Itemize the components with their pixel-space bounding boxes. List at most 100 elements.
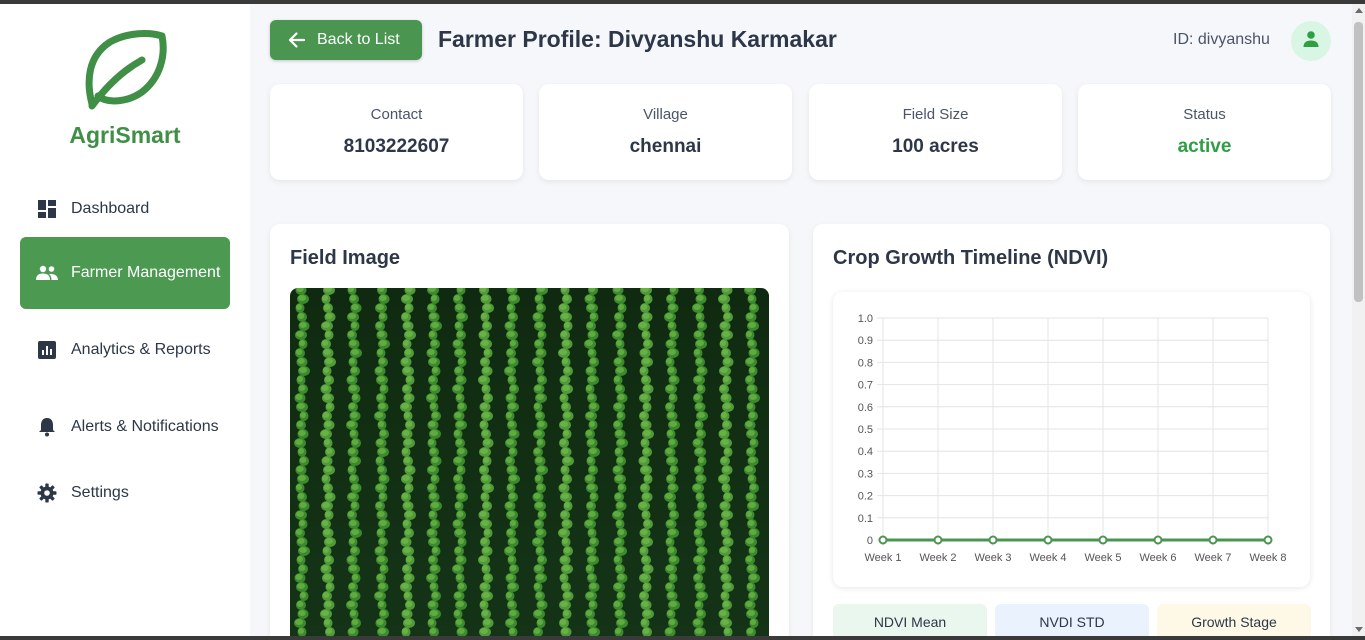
- x-tick-label: Week 3: [974, 552, 1011, 564]
- crop-row: [504, 288, 520, 636]
- y-tick-label: 0.9: [858, 335, 873, 347]
- y-tick-label: 1.0: [858, 313, 873, 325]
- crop-rows-image: [294, 288, 760, 636]
- data-point: [933, 535, 943, 545]
- crop-row: [664, 288, 680, 636]
- status-badge: active: [1177, 136, 1232, 157]
- leaf-logo-icon: [80, 26, 170, 116]
- timeline-panel: Crop Growth Timeline (NDVI) 1.0 0.9 0.8 0.7…: [813, 224, 1330, 636]
- stat-card-village: Village chennai: [539, 84, 792, 180]
- crop-row: [346, 288, 362, 636]
- sidebar-item-farmer-management[interactable]: Farmer Management: [20, 237, 230, 309]
- bell-icon: [36, 416, 58, 438]
- panel-title: Field Image: [290, 247, 401, 269]
- data-point: [1208, 535, 1218, 545]
- sidebar-item-dashboard[interactable]: Dashboard: [20, 194, 230, 224]
- stat-label: Contact: [370, 106, 423, 123]
- field-image: [290, 288, 769, 636]
- sidebar-item-settings[interactable]: Settings: [20, 478, 230, 508]
- sidebar-item-alerts[interactable]: Alerts & Notifications: [20, 391, 230, 463]
- stat-value: 100 acres: [892, 136, 979, 157]
- crop-row: [400, 288, 416, 636]
- crop-row: [426, 288, 442, 636]
- user-icon: [1302, 30, 1320, 53]
- sidebar-item-analytics[interactable]: Analytics & Reports: [20, 314, 230, 386]
- arrow-left-icon: [287, 30, 307, 50]
- metric-label: NDVI Mean: [873, 614, 947, 630]
- metric-growth-stage: Growth Stage: [1157, 604, 1311, 636]
- crop-row: [374, 288, 390, 636]
- sidebar-item-label: Settings: [71, 484, 129, 501]
- y-tick-label: 0.1: [858, 513, 873, 525]
- stat-value: 8103222607: [343, 136, 450, 157]
- sidebar-item-label: Analytics & Reports: [71, 341, 211, 358]
- scrollbar[interactable]: [1352, 4, 1365, 636]
- stat-card-status: Status active: [1078, 84, 1331, 180]
- crop-row: [558, 288, 574, 636]
- metric-ndvi-std: NVDI STD: [995, 604, 1149, 636]
- stat-card-contact: Contact 8103222607: [270, 84, 523, 180]
- crop-row: [532, 288, 548, 636]
- user-id: ID: divyanshu: [1173, 31, 1270, 48]
- crop-row: [744, 288, 760, 636]
- dashboard-icon: [36, 198, 58, 220]
- stat-card-field-size: Field Size 100 acres: [809, 84, 1062, 180]
- stat-label: Field Size: [902, 106, 969, 123]
- app-frame: AgriSmart Dashboard Farmer Management An…: [0, 4, 1352, 636]
- metric-label: Growth Stage: [1191, 614, 1277, 630]
- y-tick-label: 0.8: [858, 357, 873, 369]
- ndvi-chart-svg: 1.0 0.9 0.8 0.7 0.6 0.5 0.4 0.3 0.2 0.1 0 Week 1 Wee…: [858, 313, 1287, 564]
- y-tick-label: 0.6: [858, 402, 873, 414]
- crop-row: [584, 288, 600, 636]
- brand-name: AgriSmart: [69, 122, 181, 148]
- x-tick-label: Week 4: [1029, 552, 1066, 564]
- metric-label: NVDI STD: [1039, 614, 1105, 630]
- x-tick-label: Week 6: [1139, 552, 1176, 564]
- x-tick-label: Week 1: [864, 552, 901, 564]
- crop-row: [638, 288, 654, 636]
- crop-row: [612, 288, 628, 636]
- page-title: Farmer Profile: Divyanshu Karmakar: [438, 26, 837, 52]
- y-tick-label: 0.5: [858, 424, 873, 436]
- gear-icon: [36, 482, 58, 504]
- avatar[interactable]: [1291, 21, 1331, 61]
- stat-value: chennai: [629, 136, 702, 157]
- back-to-list-button[interactable]: Back to List: [270, 20, 422, 60]
- scroll-up-arrow-icon[interactable]: [1355, 8, 1363, 13]
- back-button-label: Back to List: [317, 31, 400, 48]
- sidebar: AgriSmart Dashboard Farmer Management An…: [0, 4, 250, 636]
- data-point: [1043, 535, 1053, 545]
- people-icon: [36, 262, 58, 284]
- analytics-icon: [36, 339, 58, 361]
- sidebar-item-label: Farmer Management: [71, 264, 221, 281]
- stat-label: Status: [1183, 106, 1226, 123]
- crop-row: [320, 288, 336, 636]
- crop-row: [478, 288, 494, 636]
- y-tick-label: 0.3: [858, 468, 873, 480]
- scroll-thumb[interactable]: [1354, 22, 1363, 302]
- y-tick-label: 0.2: [858, 491, 873, 503]
- crop-row: [294, 288, 310, 636]
- sidebar-item-label: Dashboard: [71, 200, 150, 217]
- data-point: [878, 535, 888, 545]
- x-tick-label: Week 8: [1249, 552, 1286, 564]
- y-tick-label: 0.4: [858, 446, 873, 458]
- scroll-down-arrow-icon[interactable]: [1355, 627, 1363, 632]
- panel-title: Crop Growth Timeline (NDVI): [833, 247, 1109, 269]
- x-tick-label: Week 5: [1084, 552, 1121, 564]
- crop-row: [452, 288, 468, 636]
- data-point: [1263, 535, 1273, 545]
- data-point: [988, 535, 998, 545]
- ndvi-chart: 1.0 0.9 0.8 0.7 0.6 0.5 0.4 0.3 0.2 0.1 0 Week 1 Wee…: [833, 292, 1310, 587]
- data-point: [1098, 535, 1108, 545]
- crop-row: [692, 288, 708, 636]
- y-tick-label: 0.7: [858, 380, 873, 392]
- crop-row: [718, 288, 734, 636]
- field-image-panel: Field Image: [270, 224, 789, 636]
- sidebar-item-label: Alerts & Notifications: [71, 418, 219, 435]
- y-tick-label: 0: [867, 535, 873, 547]
- data-point: [1153, 535, 1163, 545]
- x-tick-label: Week 2: [919, 552, 956, 564]
- x-tick-label: Week 7: [1194, 552, 1231, 564]
- metric-ndvi-mean: NDVI Mean: [833, 604, 987, 636]
